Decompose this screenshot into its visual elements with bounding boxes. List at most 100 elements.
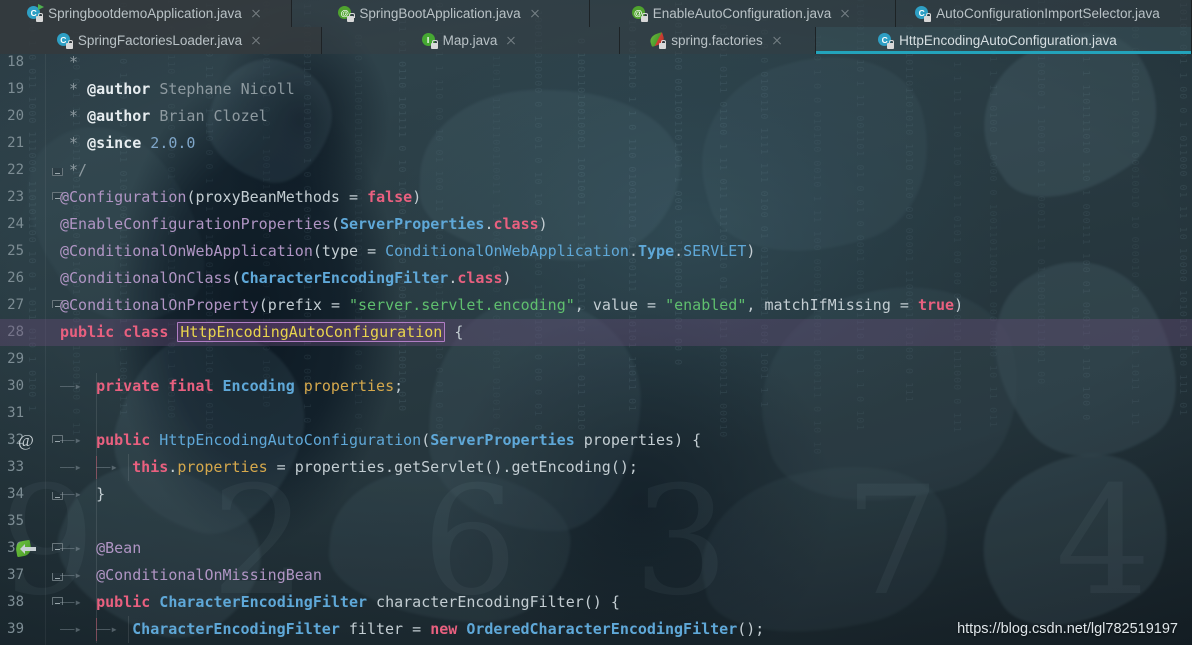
code-token: @EnableConfigurationProperties [60, 215, 331, 233]
code-token: matchIfMissing [764, 296, 891, 314]
line-number: 31 [7, 405, 24, 421]
line-number: 20 [7, 108, 24, 124]
code-token: prefix [267, 296, 322, 314]
close-icon[interactable] [503, 33, 519, 49]
editor-tab-springbootapplication-java[interactable]: @ SpringBootApplication.java [292, 0, 590, 27]
code-token: * [69, 107, 88, 125]
code-token: properties [294, 458, 386, 476]
code-token: CharacterEncodingFilter [159, 593, 368, 611]
line-number: 24 [7, 216, 24, 232]
code-line-21[interactable]: * @since 2.0.0 [69, 130, 195, 157]
tab-indent-arrow: ——▸ [60, 541, 82, 555]
close-icon[interactable] [769, 33, 785, 49]
code-token: * [69, 161, 79, 179]
editor-gutter[interactable]: 1819202122232425262728293031323334353637… [0, 54, 46, 645]
code-token: Stephane Nicoll [150, 80, 295, 98]
code-token: @author [87, 107, 151, 125]
line-number: 22 [7, 162, 24, 178]
line-number: 23 [7, 189, 24, 205]
close-icon[interactable] [248, 33, 264, 49]
highlighted-class-name: HttpEncodingAutoConfiguration [177, 322, 446, 342]
close-icon[interactable] [248, 6, 264, 22]
code-line-39[interactable]: CharacterEncodingFilter filter = new Ord… [132, 616, 764, 643]
code-token: public [96, 593, 151, 611]
java-class-icon: C [878, 33, 895, 49]
code-line-37[interactable]: @ConditionalOnMissingBean [96, 562, 322, 589]
editor-tab-enableautoconfiguration-java[interactable]: @ EnableAutoConfiguration.java [590, 0, 896, 27]
tab-row-2: C SpringFactoriesLoader.java I Map.java spri… [0, 27, 1192, 54]
editor-tab-spring-factories[interactable]: spring.factories [620, 27, 816, 54]
line-number: 19 [7, 81, 24, 97]
code-token: ( [231, 269, 241, 287]
code-token: { [692, 431, 702, 449]
code-line-32[interactable]: public HttpEncodingAutoConfiguration(Ser… [96, 427, 701, 454]
code-line-34[interactable]: } [96, 481, 105, 508]
tab-indent-arrow: ——▸ [60, 568, 82, 582]
code-token: this [132, 458, 169, 476]
tab-indent-arrow: ——▸ [60, 622, 82, 636]
code-line-25[interactable]: @ConditionalOnWebApplication(type = Cond… [60, 238, 755, 265]
tab-label: EnableAutoConfiguration.java [652, 6, 832, 21]
code-token: false [367, 188, 413, 206]
code-token: HttpEncodingAutoConfiguration [159, 431, 422, 449]
code-line-20[interactable]: * @author Brian Clozel [69, 103, 268, 130]
code-token: } [96, 485, 106, 503]
close-icon[interactable] [527, 6, 543, 22]
indent-guide [128, 616, 129, 643]
editor-tab-map-java[interactable]: I Map.java [322, 27, 620, 54]
line-number: 34 [7, 486, 24, 502]
code-token: ) [746, 242, 756, 260]
code-editor[interactable]: 1819202122232425262728293031323334353637… [0, 54, 1192, 645]
code-line-36[interactable]: @Bean [96, 535, 141, 562]
code-token: { [610, 593, 620, 611]
code-line-23[interactable]: @Configuration(proxyBeanMethods = false) [60, 184, 421, 211]
editor-tab-springbootdemoapplication-java[interactable]: C SpringbootdemoApplication.java [0, 0, 292, 27]
code-line-30[interactable]: private final Encoding properties; [96, 373, 403, 400]
code-line-22[interactable]: */ [69, 157, 87, 184]
code-token: . [385, 458, 395, 476]
code-token: @ConditionalOnProperty [60, 296, 259, 314]
code-token: ( [258, 296, 268, 314]
editor-tab-autoconfigurationimportselector-java[interactable]: C AutoConfigurationImportSelector.java [896, 0, 1192, 27]
code-line-28[interactable]: public class HttpEncodingAutoConfigurati… [60, 319, 463, 346]
code-line-18[interactable]: * [69, 54, 78, 76]
line-number: 37 [7, 567, 24, 583]
close-icon[interactable] [837, 6, 853, 22]
code-token: = [276, 458, 286, 476]
code-token: SERVLET [683, 242, 747, 260]
tab-label: SpringbootdemoApplication.java [48, 6, 242, 21]
code-token: properties [303, 377, 395, 395]
code-fold-marker[interactable] [52, 165, 63, 176]
code-token: class [493, 215, 539, 233]
code-token: Encoding [222, 377, 295, 395]
code-line-26[interactable]: @ConditionalOnClass(CharacterEncodingFil… [60, 265, 512, 292]
at-sign-icon[interactable]: @ [16, 427, 36, 454]
code-token: { [454, 323, 464, 341]
editor-tab-springfactoriesloader-java[interactable]: C SpringFactoriesLoader.java [0, 27, 322, 54]
code-token: @ConditionalOnMissingBean [96, 566, 322, 584]
code-line-19[interactable]: * @author Stephane Nicoll [69, 76, 295, 103]
code-token: ; [394, 377, 404, 395]
code-token: = [412, 620, 422, 638]
code-token: @Configuration [60, 188, 187, 206]
editor-tab-httpencodingautoconfiguration-java[interactable]: C HttpEncodingAutoConfiguration.java [816, 27, 1192, 54]
line-number: 38 [7, 594, 24, 610]
spring-bean-icon[interactable] [14, 535, 36, 562]
code-line-27[interactable]: @ConditionalOnProperty(prefix = "server.… [60, 292, 963, 319]
code-token: "enabled" [665, 296, 747, 314]
code-token: new [430, 620, 458, 638]
code-line-33[interactable]: this.properties = properties.getServlet(… [132, 454, 638, 481]
code-line-38[interactable]: public CharacterEncodingFilter character… [96, 589, 620, 616]
code-line-24[interactable]: @EnableConfigurationProperties(ServerPro… [60, 211, 548, 238]
code-token: ) [412, 188, 422, 206]
code-token: getEncoding [511, 458, 611, 476]
code-token: = [647, 296, 657, 314]
